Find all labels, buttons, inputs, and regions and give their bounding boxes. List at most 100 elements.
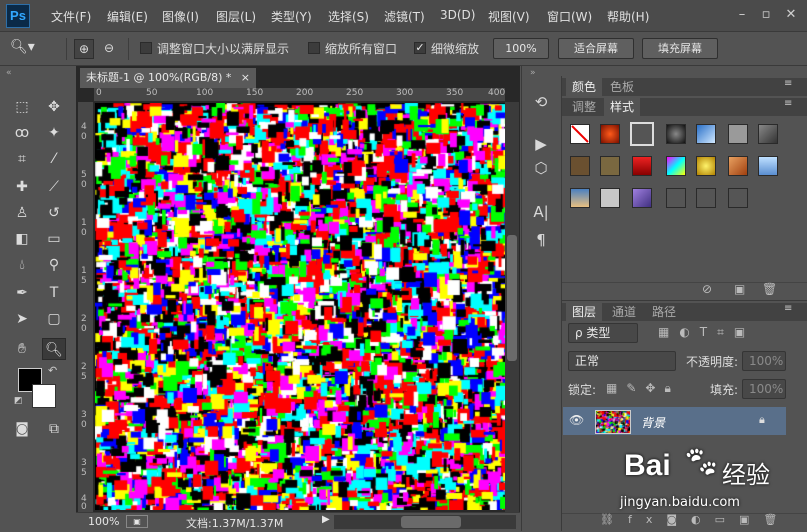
fill-screen-button[interactable]: 填充屏幕 xyxy=(642,38,718,59)
horizontal-scrollbar-thumb[interactable] xyxy=(401,516,461,528)
menu-help[interactable]: 帮助(H) xyxy=(607,8,649,25)
zoom-tool-icon[interactable]: 🔍︎ xyxy=(42,338,66,360)
menu-view[interactable]: 视图(V) xyxy=(488,8,530,25)
close-tab-icon[interactable]: × xyxy=(241,68,250,88)
status-menu-arrow-icon[interactable]: ▶ xyxy=(322,514,330,525)
character-panel-icon[interactable]: A| xyxy=(530,202,552,222)
image-canvas[interactable] xyxy=(95,103,505,510)
tab-layers[interactable]: 图层 xyxy=(566,303,602,321)
style-swatch[interactable] xyxy=(728,124,748,144)
style-swatch[interactable] xyxy=(728,188,748,208)
pen-tool-icon[interactable]: ✒ xyxy=(10,282,34,304)
menu-filter[interactable]: 滤镜(T) xyxy=(384,8,425,25)
menu-file[interactable]: 文件(F) xyxy=(51,8,91,25)
status-preview-icon[interactable]: ▣ xyxy=(126,515,148,528)
fit-screen-button[interactable]: 适合屏幕 xyxy=(558,38,634,59)
history-brush-tool-icon[interactable]: ↺ xyxy=(42,202,66,224)
trash-icon[interactable]: 🗑︎ xyxy=(762,282,777,296)
menu-edit[interactable]: 编辑(E) xyxy=(107,8,148,25)
style-swatch[interactable] xyxy=(570,188,590,208)
opacity-input[interactable]: 100% xyxy=(742,351,786,371)
tab-channels[interactable]: 通道 xyxy=(606,303,642,321)
eyedropper-tool-icon[interactable]: ⁄ xyxy=(42,148,66,170)
style-swatch[interactable] xyxy=(728,156,748,176)
panel-menu-icon[interactable]: ≡ xyxy=(784,303,792,314)
style-swatch[interactable] xyxy=(600,124,620,144)
screen-mode-icon[interactable]: ⧉ xyxy=(42,418,66,440)
quick-mask-icon[interactable]: ◙ xyxy=(10,418,34,440)
zoom-in-icon[interactable]: ⊕ xyxy=(74,39,94,59)
default-colors-icon[interactable]: ◩ xyxy=(14,396,23,406)
style-swatch[interactable] xyxy=(600,156,620,176)
clear-style-icon[interactable]: ⊘ xyxy=(702,282,712,296)
style-swatch[interactable] xyxy=(632,188,652,208)
magic-wand-tool-icon[interactable]: ✦ xyxy=(42,122,66,144)
menu-3d[interactable]: 3D(D) xyxy=(440,8,475,22)
eraser-tool-icon[interactable]: ◧ xyxy=(10,228,34,250)
style-swatch-selected[interactable] xyxy=(630,122,654,146)
new-style-icon[interactable]: ▣ xyxy=(734,282,745,296)
zoom-level[interactable]: 100% xyxy=(88,515,119,528)
tab-paths[interactable]: 路径 xyxy=(646,303,682,321)
actions-panel-icon[interactable]: ▶ xyxy=(530,134,552,154)
style-swatch[interactable] xyxy=(666,188,686,208)
tab-color[interactable]: 颜色 xyxy=(566,78,602,96)
type-tool-icon[interactable]: T xyxy=(42,282,66,304)
marquee-tool-icon[interactable]: ⬚ xyxy=(10,96,34,118)
menu-layer[interactable]: 图层(L) xyxy=(216,8,256,25)
menu-image[interactable]: 图像(I) xyxy=(162,8,199,25)
swap-colors-icon[interactable]: ↶ xyxy=(48,364,57,377)
actual-pixels-button[interactable]: 100% xyxy=(493,38,549,59)
collapse-icon[interactable]: » xyxy=(530,68,536,78)
tab-styles[interactable]: 样式 xyxy=(604,98,640,116)
path-selection-tool-icon[interactable]: ➤ xyxy=(10,308,34,330)
zoom-all-checkbox[interactable] xyxy=(308,42,320,54)
hand-tool-icon[interactable]: ✋︎ xyxy=(10,338,34,360)
lock-icons[interactable]: ▦✎✥🔒︎ xyxy=(606,381,680,396)
panel-menu-icon[interactable]: ≡ xyxy=(784,78,792,89)
resize-windows-checkbox[interactable] xyxy=(140,42,152,54)
paragraph-panel-icon[interactable]: ¶ xyxy=(530,230,552,250)
style-swatch[interactable] xyxy=(696,156,716,176)
tab-swatches[interactable]: 色板 xyxy=(604,78,640,96)
document-tab[interactable]: 未标题-1 @ 100%(RGB/8) * × xyxy=(80,68,256,88)
zoom-out-icon[interactable]: ⊖ xyxy=(99,39,119,59)
zoom-tool-preset-icon[interactable]: 🔍︎▾ xyxy=(10,39,44,59)
layer-row-background[interactable]: 👁︎ 背景 🔒︎ xyxy=(563,407,786,435)
menu-select[interactable]: 选择(S) xyxy=(328,8,369,25)
move-tool-icon[interactable]: ✥ xyxy=(42,96,66,118)
style-swatch[interactable] xyxy=(758,156,778,176)
close-button[interactable]: ✕ xyxy=(783,8,799,22)
tab-adjustments[interactable]: 调整 xyxy=(566,98,602,116)
style-none[interactable] xyxy=(570,124,590,144)
restore-button[interactable]: ▫ xyxy=(758,8,774,22)
menu-window[interactable]: 窗口(W) xyxy=(547,8,592,25)
style-swatch[interactable] xyxy=(570,156,590,176)
fill-input[interactable]: 100% xyxy=(742,379,786,399)
minimize-button[interactable]: – xyxy=(734,8,750,22)
style-swatch[interactable] xyxy=(696,188,716,208)
brush-tool-icon[interactable]: ⟋ xyxy=(42,176,66,198)
blend-mode-dropdown[interactable]: 正常 xyxy=(568,351,676,371)
blur-tool-icon[interactable]: 💧︎ xyxy=(10,254,34,276)
3d-panel-icon[interactable]: ⬡ xyxy=(530,158,552,178)
clone-stamp-tool-icon[interactable]: ♙ xyxy=(10,202,34,224)
menu-type[interactable]: 类型(Y) xyxy=(271,8,312,25)
visibility-eye-icon[interactable]: 👁︎ xyxy=(569,413,584,427)
style-swatch[interactable] xyxy=(696,124,716,144)
style-swatch[interactable] xyxy=(632,156,652,176)
healing-brush-tool-icon[interactable]: ✚ xyxy=(10,176,34,198)
style-swatch[interactable] xyxy=(600,188,620,208)
vertical-ruler[interactable]: 4 0 5 0 1 0 1 5 2 0 2 5 3 0 3 5 4 0 xyxy=(78,102,94,512)
background-color-swatch[interactable] xyxy=(32,384,56,408)
style-swatch[interactable] xyxy=(666,156,686,176)
lasso-tool-icon[interactable]: ꝏ xyxy=(10,122,34,144)
horizontal-ruler[interactable]: 0 50 100 150 200 250 300 350 400 xyxy=(94,88,505,102)
rectangle-tool-icon[interactable]: ▢ xyxy=(42,308,66,330)
scrubby-zoom-checkbox[interactable]: ✓ xyxy=(414,42,426,54)
scrollbar-thumb[interactable] xyxy=(507,235,517,361)
history-panel-icon[interactable]: ⟲ xyxy=(530,92,552,112)
style-swatch[interactable] xyxy=(758,124,778,144)
crop-tool-icon[interactable]: ⌗ xyxy=(10,148,34,170)
style-swatch[interactable] xyxy=(666,124,686,144)
